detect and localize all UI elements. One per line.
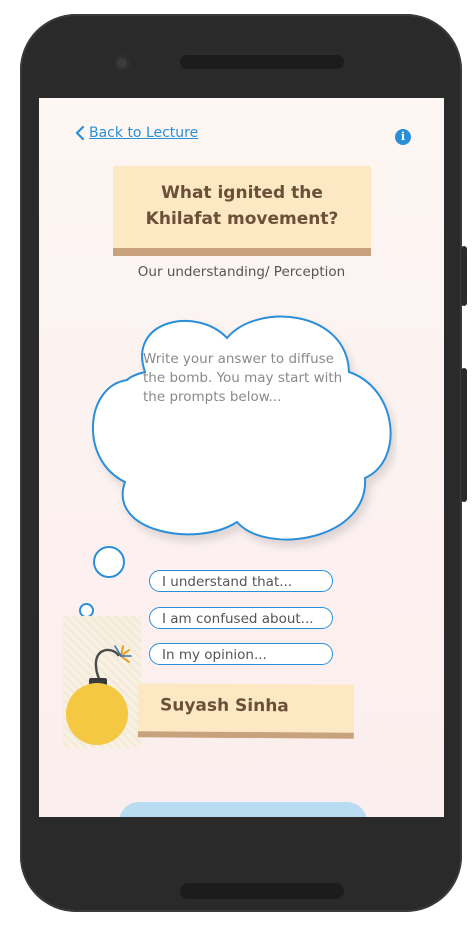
- back-to-lecture-link[interactable]: Back to Lecture: [75, 125, 198, 141]
- bottom-speaker: [180, 883, 344, 899]
- question-card: What ignited the Khilafat movement?: [113, 166, 371, 256]
- answer-cloud[interactable]: [87, 310, 397, 552]
- bomb-panel: [63, 616, 141, 748]
- volume-button: [461, 368, 467, 502]
- thought-bubble-large: [93, 546, 125, 578]
- user-name: Suyash Sinha: [159, 695, 289, 717]
- chevron-left-icon: [75, 126, 85, 140]
- section-subtitle: Our understanding/ Perception: [137, 264, 346, 280]
- info-icon[interactable]: i: [395, 129, 411, 145]
- question-title: What ignited the Khilafat movement?: [113, 180, 371, 232]
- answer-placeholder: Write your answer to diffuse the bomb. Y…: [143, 351, 343, 405]
- bomb-icon: [66, 645, 132, 745]
- app-screen: Back to Lecture i What ignited the Khila…: [39, 98, 444, 817]
- earpiece-speaker: [180, 55, 344, 69]
- front-camera: [114, 55, 130, 71]
- user-name-card: Suyash Sinha: [137, 683, 355, 739]
- question-card-edge: [113, 248, 371, 256]
- name-card-edge: [137, 731, 354, 739]
- prompt-confused-button[interactable]: I am confused about...: [149, 607, 333, 629]
- question-line-1: What ignited the: [161, 183, 323, 203]
- prompt-understand-button[interactable]: I understand that...: [149, 570, 333, 592]
- submit-button[interactable]: [119, 802, 367, 817]
- prompt-opinion-button[interactable]: In my opinion...: [149, 643, 333, 665]
- question-line-2: Khilafat movement?: [145, 209, 339, 229]
- back-link-label: Back to Lecture: [89, 125, 199, 141]
- power-button: [461, 246, 467, 306]
